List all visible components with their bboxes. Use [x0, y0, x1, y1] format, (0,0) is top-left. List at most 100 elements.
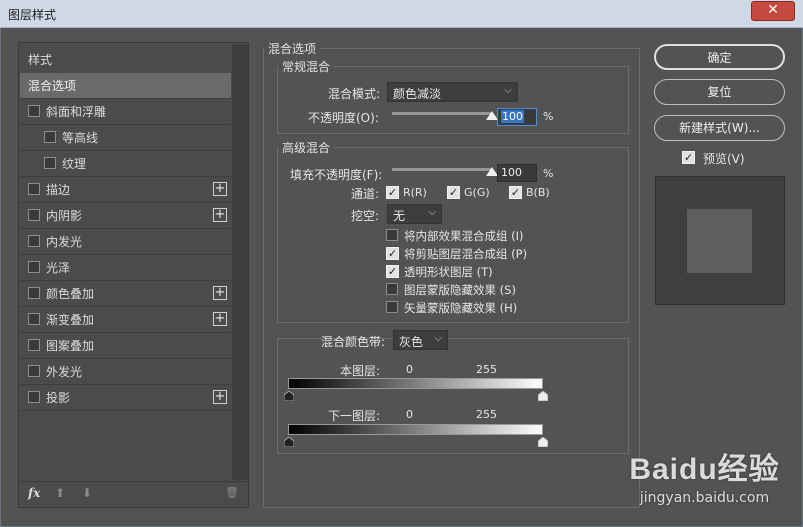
- sidebar-item-label: 描边: [46, 183, 71, 197]
- fill-opacity-slider-track[interactable]: [392, 168, 492, 171]
- sidebar-item-checkbox[interactable]: [44, 157, 56, 169]
- add-effect-icon[interactable]: +: [213, 208, 227, 222]
- watermark-url: jingyan.baidu.com: [639, 490, 770, 506]
- sidebar-item[interactable]: 斜面和浮雕: [20, 99, 231, 125]
- add-effect-icon[interactable]: +: [213, 390, 227, 404]
- channel-checkbox[interactable]: ✓: [509, 186, 522, 199]
- close-button[interactable]: ✕: [751, 1, 795, 21]
- move-down-icon[interactable]: ⬇: [82, 486, 92, 500]
- preview-label: 预览(V): [703, 152, 745, 166]
- sidebar-item[interactable]: 纹理: [20, 151, 231, 177]
- sidebar-item-checkbox[interactable]: [28, 339, 40, 351]
- fill-opacity-percent: %: [543, 167, 554, 180]
- sidebar-item-checkbox[interactable]: [28, 313, 40, 325]
- preview-swatch: [687, 209, 752, 273]
- sidebar-item-label: 颜色叠加: [46, 287, 95, 301]
- sidebar-item[interactable]: 颜色叠加 +: [20, 281, 231, 307]
- reset-button[interactable]: 复位: [654, 79, 785, 105]
- window-title: 图层样式: [8, 8, 57, 22]
- blend-if-select[interactable]: 灰色 ⌵: [393, 330, 448, 350]
- advanced-option-checkbox[interactable]: ✓: [386, 265, 399, 278]
- blend-options-title: 混合选项: [268, 42, 317, 56]
- styles-scrollbar[interactable]: [232, 44, 248, 480]
- underlying-high-handle[interactable]: [538, 437, 548, 447]
- fx-menu-icon[interactable]: fx: [28, 486, 40, 500]
- sidebar-item-checkbox[interactable]: [44, 131, 56, 143]
- title-bar: 图层样式 ✕: [0, 0, 803, 28]
- sidebar-item[interactable]: 描边 +: [20, 177, 231, 203]
- sidebar-item-label: 光泽: [46, 261, 71, 275]
- this-layer-high-handle[interactable]: [538, 391, 548, 401]
- sidebar-item-label: 混合选项: [28, 79, 77, 93]
- knockout-value: 无: [393, 209, 406, 223]
- advanced-option-label: 透明形状图层 (T): [404, 265, 493, 279]
- sidebar-item-checkbox[interactable]: [28, 365, 40, 377]
- advanced-option-label: 图层蒙版隐藏效果 (S): [404, 283, 516, 297]
- sidebar-item[interactable]: 渐变叠加 +: [20, 307, 231, 333]
- channel-checkbox[interactable]: ✓: [447, 186, 460, 199]
- sidebar-item-label: 内发光: [46, 235, 83, 249]
- opacity-input[interactable]: 100: [497, 108, 537, 126]
- blend-if-group: [277, 338, 629, 454]
- styles-footer: fx ⬆ ⬇ 🗑: [20, 481, 248, 507]
- preview-checkbox[interactable]: ✓: [682, 151, 695, 164]
- sidebar-item-checkbox[interactable]: [28, 105, 40, 117]
- styles-header-label: 样式: [28, 53, 53, 67]
- sidebar-item[interactable]: 投影 +: [20, 385, 231, 411]
- knockout-label: 挖空:: [351, 209, 380, 223]
- sidebar-item[interactable]: 外发光: [20, 359, 231, 385]
- sidebar-item[interactable]: 光泽: [20, 255, 231, 281]
- this-layer-low-handle[interactable]: [284, 391, 294, 401]
- opacity-label: 不透明度(O):: [308, 111, 379, 125]
- channel-checkbox[interactable]: ✓: [386, 186, 399, 199]
- add-effect-icon[interactable]: +: [213, 312, 227, 326]
- sidebar-item[interactable]: 等高线: [20, 125, 231, 151]
- new-style-button[interactable]: 新建样式(W)...: [654, 115, 785, 141]
- advanced-option-checkbox[interactable]: [386, 301, 398, 313]
- blend-mode-value: 颜色减淡: [393, 87, 442, 101]
- sidebar-item-label: 投影: [46, 391, 71, 405]
- this-layer-low: 0: [406, 363, 413, 376]
- watermark: Baidu经验 jingyan.baidu.com: [612, 444, 797, 514]
- ok-button[interactable]: 确定: [654, 44, 785, 70]
- channel-label: G(G): [464, 186, 490, 199]
- sidebar-item-label: 斜面和浮雕: [46, 105, 107, 119]
- sidebar-item-checkbox[interactable]: [28, 261, 40, 273]
- sidebar-item[interactable]: 内阴影 +: [20, 203, 231, 229]
- chevron-down-icon: ⌵: [434, 333, 442, 344]
- general-blending-title: 常规混合: [282, 60, 331, 74]
- sidebar-item-checkbox[interactable]: [28, 391, 40, 403]
- advanced-option-checkbox[interactable]: ✓: [386, 247, 399, 260]
- sidebar-item[interactable]: 内发光: [20, 229, 231, 255]
- opacity-slider-track[interactable]: [392, 112, 492, 115]
- sidebar-item-checkbox[interactable]: [28, 183, 40, 195]
- sidebar-item-label: 外发光: [46, 365, 83, 379]
- add-effect-icon[interactable]: +: [213, 286, 227, 300]
- sidebar-item-checkbox[interactable]: [28, 235, 40, 247]
- blend-mode-label: 混合模式:: [328, 87, 381, 101]
- styles-header[interactable]: 样式: [20, 47, 231, 71]
- sidebar-item[interactable]: 图案叠加: [20, 333, 231, 359]
- this-layer-high: 255: [476, 363, 497, 376]
- add-effect-icon[interactable]: +: [213, 182, 227, 196]
- channel-label: R(R): [403, 186, 427, 199]
- opacity-value: 100: [501, 110, 524, 123]
- fill-opacity-input[interactable]: 100: [497, 164, 537, 182]
- this-layer-gradient: [288, 378, 543, 389]
- blend-mode-select[interactable]: 颜色减淡 ⌵: [387, 82, 518, 102]
- this-layer-label: 本图层:: [340, 364, 381, 378]
- advanced-option-label: 将剪贴图层混合成组 (P): [404, 247, 528, 261]
- blend-if-value: 灰色: [399, 335, 424, 349]
- advanced-option-checkbox[interactable]: [386, 283, 398, 295]
- underlying-layer-label: 下一图层:: [328, 409, 381, 423]
- move-up-icon[interactable]: ⬆: [55, 486, 65, 500]
- underlying-low-handle[interactable]: [284, 437, 294, 447]
- trash-icon[interactable]: 🗑: [225, 486, 239, 499]
- sidebar-item-checkbox[interactable]: [28, 287, 40, 299]
- sidebar-item[interactable]: 混合选项: [20, 73, 231, 99]
- fill-opacity-value: 100: [501, 166, 522, 179]
- advanced-option-checkbox[interactable]: [386, 229, 398, 241]
- underlying-high: 255: [476, 408, 497, 421]
- knockout-select[interactable]: 无 ⌵: [387, 204, 442, 224]
- sidebar-item-checkbox[interactable]: [28, 209, 40, 221]
